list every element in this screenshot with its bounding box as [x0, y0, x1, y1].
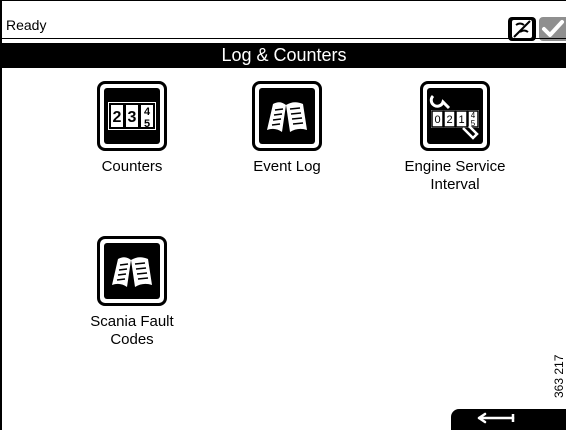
svg-text:4: 4	[144, 106, 151, 118]
svg-text:5: 5	[144, 118, 150, 130]
svg-text:0: 0	[434, 114, 440, 126]
scania-fault-codes-icon-frame	[97, 236, 167, 306]
figure-number: 363 217	[552, 354, 566, 398]
svg-text:2: 2	[446, 114, 452, 126]
back-button[interactable]	[451, 409, 566, 430]
event-log-label: Event Log	[253, 158, 321, 175]
wrench-counter-icon: 0 2 1 4 5	[427, 88, 483, 144]
page-title: Log & Counters	[2, 43, 566, 68]
scania-fault-codes-tile[interactable]: Scania Fault Codes	[67, 236, 197, 349]
counters-icon: 2 3 4 5	[104, 88, 160, 144]
frame-top-line	[0, 0, 566, 1]
event-log-icon-frame	[252, 81, 322, 151]
event-log-tile[interactable]: Event Log	[232, 81, 342, 176]
status-divider	[0, 38, 566, 39]
svg-text:5: 5	[471, 119, 476, 128]
back-arrow-icon	[477, 412, 515, 424]
svg-text:2: 2	[113, 109, 122, 126]
scania-fault-codes-label: Scania Fault Codes	[90, 313, 174, 348]
counters-label: Counters	[101, 158, 163, 175]
counters-tile[interactable]: 2 3 4 5 Counters	[82, 81, 182, 176]
svg-text:3: 3	[128, 109, 137, 126]
engine-service-interval-tile[interactable]: 0 2 1 4 5 Engine Service Interval	[380, 81, 530, 194]
book-icon	[104, 243, 160, 299]
svg-text:1: 1	[458, 114, 464, 126]
book-icon	[259, 88, 315, 144]
screen: Ready Log & Counters 2 3 4 5 Counters Ev…	[0, 0, 566, 430]
engine-service-interval-label: Engine Service Interval	[404, 158, 506, 193]
engine-service-icon-frame: 0 2 1 4 5	[420, 81, 490, 151]
status-text: Ready	[6, 17, 47, 33]
counters-icon-frame: 2 3 4 5	[97, 81, 167, 151]
